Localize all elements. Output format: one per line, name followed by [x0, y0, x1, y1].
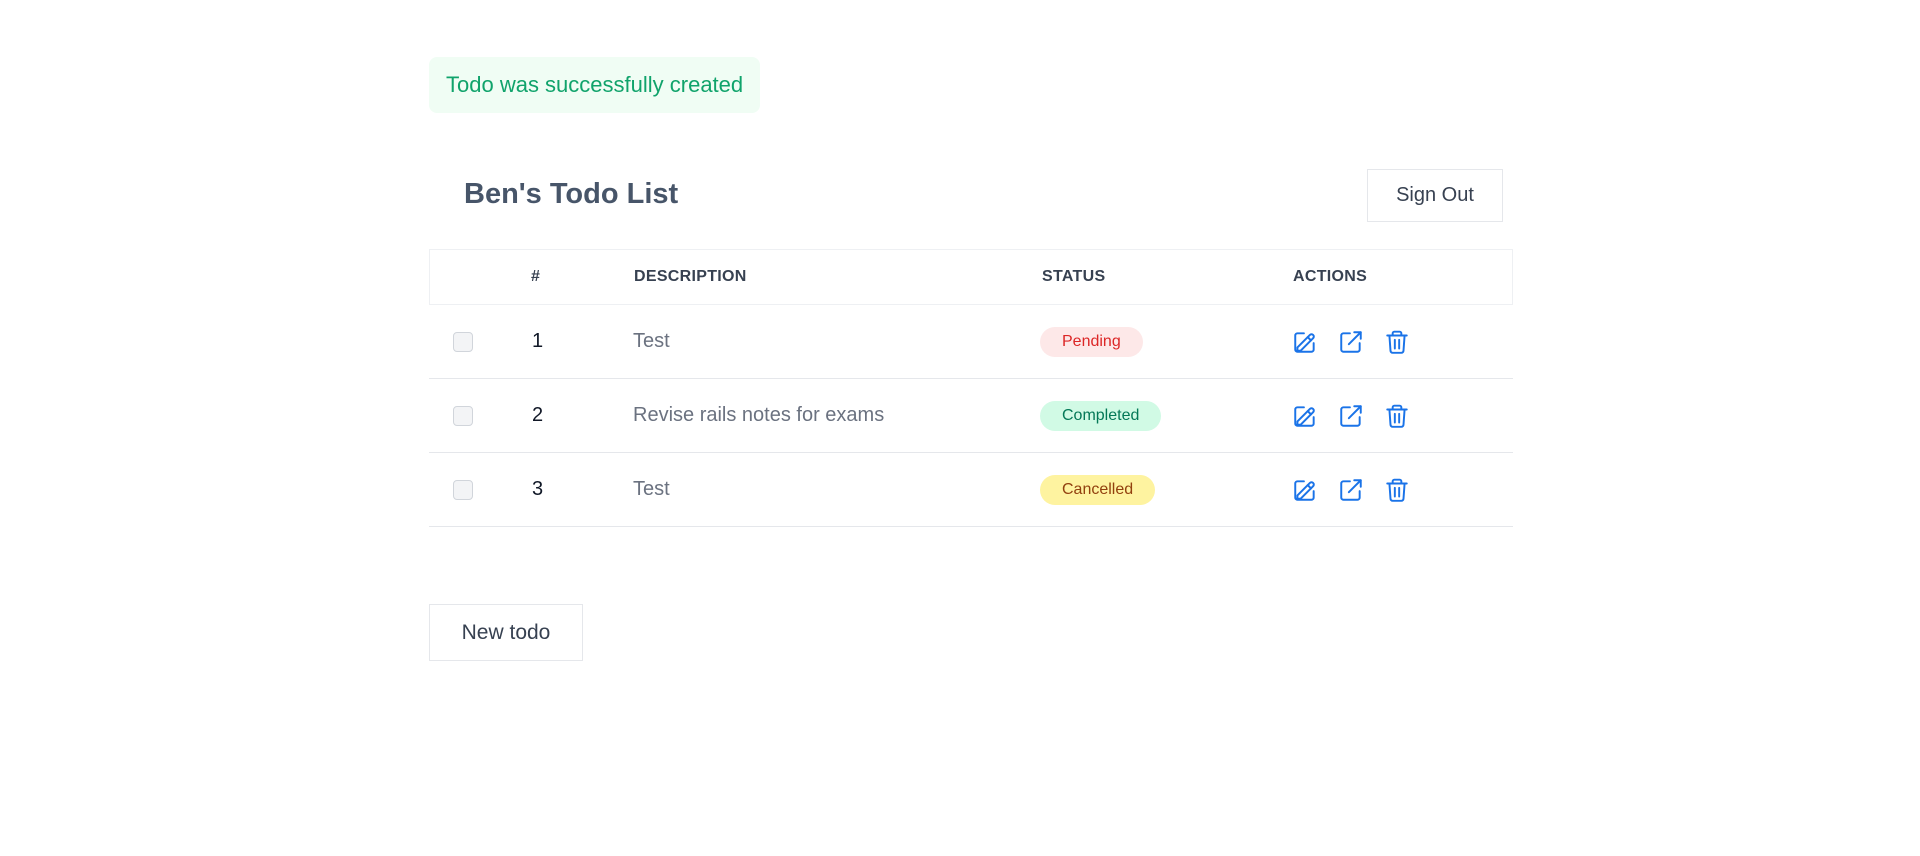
- row-actions: [1292, 453, 1410, 526]
- new-todo-button[interactable]: New todo: [429, 604, 583, 661]
- row-checkbox[interactable]: [453, 331, 473, 352]
- page-header: Ben's Todo List Sign Out: [429, 169, 1503, 222]
- row-actions: [1292, 305, 1410, 378]
- status-badge: Pending: [1040, 326, 1143, 357]
- table-header: # DESCRIPTION STATUS ACTIONS: [429, 249, 1513, 305]
- edit-icon[interactable]: [1292, 403, 1318, 429]
- row-number: 3: [532, 478, 544, 500]
- row-number: 1: [532, 330, 544, 352]
- external-link-icon[interactable]: [1338, 329, 1364, 355]
- row-description: Test: [633, 330, 670, 352]
- column-header-description: DESCRIPTION: [634, 268, 747, 285]
- column-header-number: #: [531, 268, 541, 285]
- row-actions: [1292, 379, 1410, 452]
- notice-message: Todo was successfully created: [446, 72, 744, 97]
- external-link-icon[interactable]: [1338, 403, 1364, 429]
- status-badge: Completed: [1040, 400, 1162, 431]
- row-description: Revise rails notes for exams: [633, 404, 885, 426]
- status-badge: Cancelled: [1040, 474, 1156, 505]
- page-title: Ben's Todo List: [464, 178, 679, 210]
- trash-icon[interactable]: [1384, 477, 1410, 503]
- edit-icon[interactable]: [1292, 329, 1318, 355]
- trash-icon[interactable]: [1384, 329, 1410, 355]
- row-checkbox[interactable]: [453, 405, 473, 426]
- todo-table: # DESCRIPTION STATUS ACTIONS 1 Test Pend…: [429, 249, 1513, 527]
- table-row: 3 Test Cancelled: [429, 453, 1513, 527]
- success-notice: Todo was successfully created: [429, 57, 761, 113]
- edit-icon[interactable]: [1292, 477, 1318, 503]
- row-description: Test: [633, 478, 670, 500]
- table-row: 2 Revise rails notes for exams Completed: [429, 379, 1513, 453]
- row-checkbox[interactable]: [453, 479, 473, 500]
- table-row: 1 Test Pending: [429, 305, 1513, 379]
- table-body: 1 Test Pending 2 Revise rails notes for …: [429, 305, 1513, 527]
- column-header-status: STATUS: [1042, 268, 1106, 285]
- trash-icon[interactable]: [1384, 403, 1410, 429]
- column-header-actions: ACTIONS: [1293, 268, 1368, 285]
- row-number: 2: [532, 404, 544, 426]
- external-link-icon[interactable]: [1338, 477, 1364, 503]
- sign-out-button[interactable]: Sign Out: [1367, 169, 1503, 222]
